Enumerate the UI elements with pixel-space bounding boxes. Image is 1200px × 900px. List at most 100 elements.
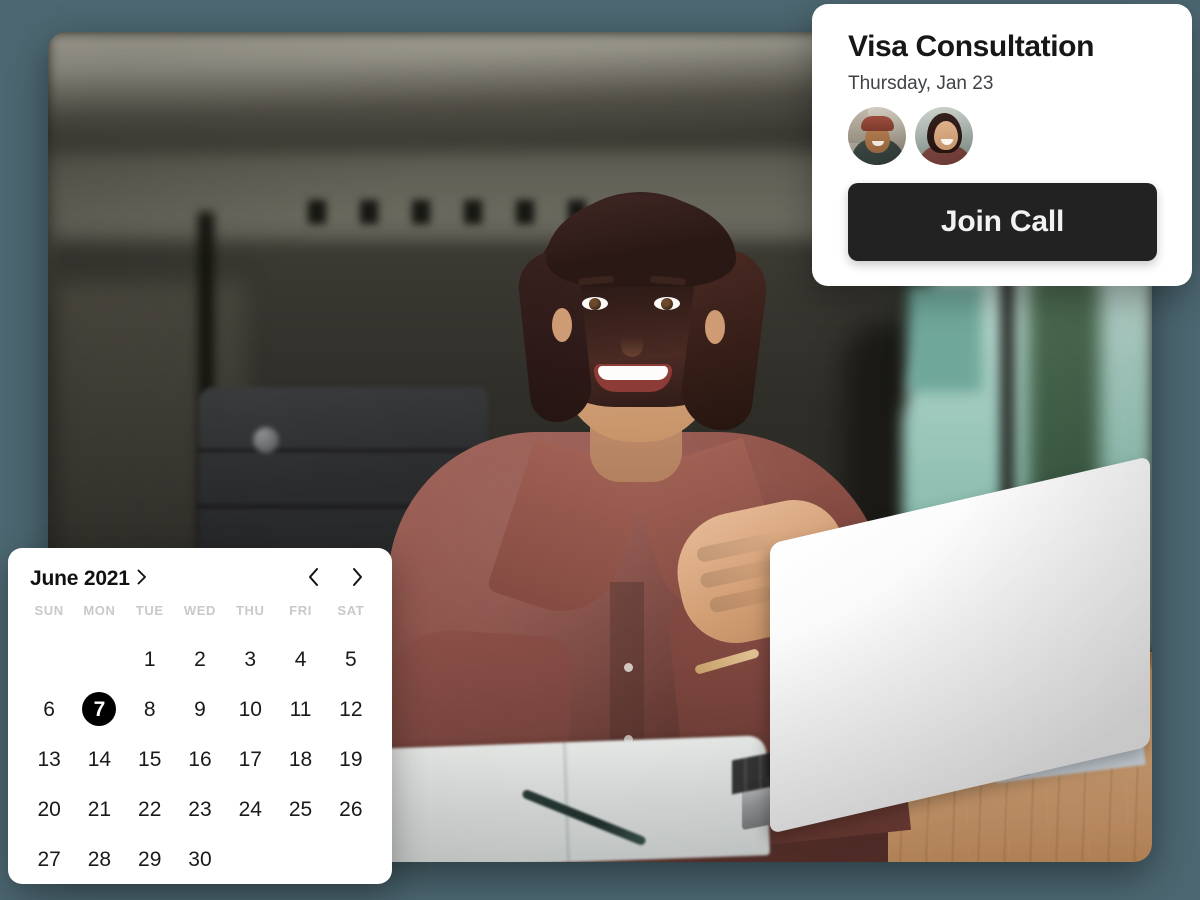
calendar-day-label: 18 [288, 747, 313, 771]
calendar-day-20[interactable]: 20 [24, 784, 74, 834]
calendar-day-label: 11 [289, 697, 312, 721]
calendar-day-empty [326, 834, 376, 884]
chevron-left-icon [307, 567, 320, 592]
calendar-week-row: 20 21 22 23 24 25 26 [24, 784, 376, 834]
calendar-day-label: 15 [138, 747, 162, 771]
attendee-avatars [848, 107, 1158, 166]
calendar-day-25[interactable]: 25 [275, 784, 325, 834]
calendar-day-2[interactable]: 2 [175, 634, 225, 684]
calendar-day-label: 12 [339, 697, 363, 721]
person-smile [594, 364, 672, 392]
avatar[interactable] [848, 107, 906, 166]
calendar-weekday-fri: FRI [289, 603, 312, 618]
calendar-day-label: 14 [87, 747, 112, 771]
calendar-day-label: 8 [143, 697, 156, 721]
appointment-title: Visa Consultation [848, 30, 1095, 63]
calendar-day-4[interactable]: 4 [275, 634, 325, 684]
calendar-day-21[interactable]: 21 [74, 784, 124, 834]
calendar-day-6[interactable]: 6 [24, 684, 74, 734]
join-call-button[interactable]: Join Call [848, 183, 1157, 262]
calendar-weekday-mon: MON [83, 603, 116, 618]
office-window-sash [908, 284, 982, 392]
calendar-day-28[interactable]: 28 [74, 834, 124, 884]
open-notebook [376, 735, 770, 862]
calendar-day-26[interactable]: 26 [326, 784, 376, 834]
calendar-day-label: 13 [37, 747, 61, 771]
person-hair-fringe [546, 195, 736, 287]
calendar-day-label: 17 [238, 747, 262, 771]
calendar-day-label: 1 [143, 647, 156, 671]
calendar-day-empty [74, 634, 124, 684]
calendar-day-empty [225, 834, 275, 884]
calendar-day-19[interactable]: 19 [326, 734, 376, 784]
calendar-day-18[interactable]: 18 [275, 734, 325, 784]
appointment-card: Visa Consultation Thursday, Jan 23 Join … [812, 4, 1192, 286]
calendar-day-16[interactable]: 16 [175, 734, 225, 784]
calendar-day-empty [275, 834, 325, 884]
calendar-day-7[interactable]: 7 [74, 684, 124, 734]
calendar-month-selector[interactable]: June 2021 [30, 567, 147, 591]
calendar-day-label: 19 [339, 747, 363, 771]
calendar-weekday-wed: WED [183, 603, 217, 618]
calendar-day-label: 10 [238, 697, 262, 721]
calendar-day-11[interactable]: 11 [275, 684, 325, 734]
calendar-day-label: 23 [188, 797, 212, 821]
calendar-day-8[interactable]: 8 [125, 684, 175, 734]
calendar-day-3[interactable]: 3 [225, 634, 275, 684]
calendar-week-row: 27 28 29 30 [24, 834, 376, 884]
calendar-prev-month-button[interactable] [302, 566, 324, 592]
appointment-date: Thursday, Jan 23 [848, 72, 994, 94]
calendar-day-10[interactable]: 10 [225, 684, 275, 734]
calendar-day-label: 2 [194, 647, 206, 671]
calendar-weekday-sun: SUN [34, 603, 64, 618]
calendar-day-empty [24, 634, 74, 684]
calendar-day-label: 29 [138, 847, 162, 871]
calendar-nav [302, 566, 368, 592]
calendar-day-label: 9 [194, 697, 206, 721]
calendar-weekday-thu: THU [236, 603, 265, 618]
calendar-day-5[interactable]: 5 [326, 634, 376, 684]
calendar-month-label: June 2021 [30, 567, 130, 590]
calendar-day-14[interactable]: 14 [74, 734, 124, 784]
chair-knob [253, 427, 279, 453]
calendar-day-label: 4 [294, 647, 307, 671]
person-nose [621, 327, 643, 357]
calendar-weekday-tue: TUE [135, 603, 164, 618]
calendar-day-1[interactable]: 1 [125, 634, 175, 684]
calendar-day-13[interactable]: 13 [24, 734, 74, 784]
calendar-grid: SUN MON TUE WED THU FRI SAT 1 2 3 4 5 6 7 8 9 10 11 12 13 1… [24, 602, 376, 884]
calendar-day-label: 30 [188, 847, 212, 871]
calendar-day-22[interactable]: 22 [125, 784, 175, 834]
calendar-day-label: 16 [188, 747, 212, 771]
calendar-day-12[interactable]: 12 [326, 684, 376, 734]
calendar-day-label: 24 [238, 797, 262, 821]
calendar-week-row: 6 7 8 9 10 11 12 [24, 684, 376, 734]
calendar-weekday-row: SUN MON TUE WED THU FRI SAT [24, 602, 376, 634]
calendar-day-9[interactable]: 9 [175, 684, 225, 734]
page-root: Visa Consultation Thursday, Jan 23 Join … [0, 0, 1200, 900]
calendar-day-label: 27 [37, 847, 61, 871]
calendar-day-label: 26 [339, 797, 363, 821]
calendar-day-label: 6 [43, 697, 55, 721]
calendar-day-29[interactable]: 29 [125, 834, 175, 884]
avatar[interactable] [915, 107, 973, 166]
calendar-day-27[interactable]: 27 [24, 834, 74, 884]
calendar-next-month-button[interactable] [346, 566, 368, 592]
calendar-day-label: 5 [345, 647, 357, 671]
calendar-day-selected: 7 [82, 692, 117, 726]
calendar-day-label: 3 [244, 647, 257, 671]
calendar-day-24[interactable]: 24 [225, 784, 275, 834]
calendar-day-label: 22 [138, 797, 162, 821]
calendar-header: June 2021 [24, 566, 376, 592]
chevron-right-icon [351, 567, 364, 592]
calendar-day-label: 25 [288, 797, 313, 821]
calendar-day-17[interactable]: 17 [225, 734, 275, 784]
calendar-day-23[interactable]: 23 [175, 784, 225, 834]
calendar-day-label: 21 [87, 797, 112, 821]
chevron-right-icon [137, 567, 147, 591]
calendar-weekday-sat: SAT [337, 603, 365, 618]
calendar-day-15[interactable]: 15 [125, 734, 175, 784]
calendar-week-row: 1 2 3 4 5 [24, 634, 376, 684]
calendar-day-30[interactable]: 30 [175, 834, 225, 884]
calendar-week-row: 13 14 15 16 17 18 19 [24, 734, 376, 784]
